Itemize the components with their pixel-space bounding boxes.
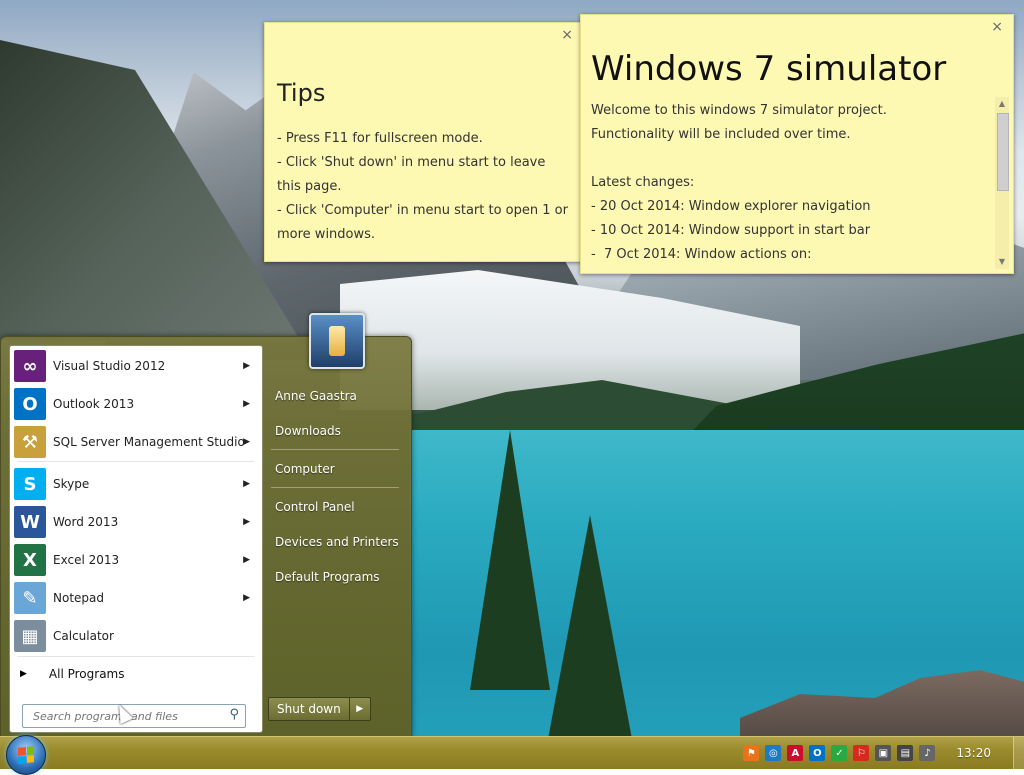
all-programs-label: All Programs <box>48 667 125 681</box>
note-line: - 10 Oct 2014: Window support in start b… <box>591 223 871 238</box>
word-icon: W <box>14 506 46 538</box>
search-box[interactable]: ⚲ <box>22 704 246 728</box>
show-desktop-button[interactable] <box>1013 737 1024 769</box>
taskbar: ⚑ ◎ A O ✓ ⚐ ▣ ▤ ♪ 13:20 <box>0 735 1024 775</box>
submenu-arrow-icon[interactable]: ▶ <box>243 399 250 409</box>
separator <box>18 461 254 462</box>
close-icon[interactable]: × <box>561 27 573 43</box>
start-menu-programs-pane: ∞ Visual Studio 2012 ▶ O Outlook 2013 ▶ ⚒ SQL S… <box>9 345 263 733</box>
notepad-icon: ✎ <box>14 582 46 614</box>
program-label: Notepad <box>53 591 104 605</box>
program-item[interactable]: ▦ Calculator <box>14 618 258 654</box>
start-item-control-panel[interactable]: Control Panel <box>267 494 403 520</box>
search-icon[interactable]: ⚲ <box>229 707 239 722</box>
tray-app-orange-icon[interactable]: ⚑ <box>743 745 760 761</box>
lighthouse-icon <box>329 326 345 356</box>
program-item[interactable]: ∞ Visual Studio 2012 ▶ <box>14 348 258 384</box>
submenu-arrow-icon[interactable]: ▶ <box>243 555 250 565</box>
tip-line: - Click 'Shut down' in menu start to lea… <box>277 155 546 194</box>
scroll-down-icon[interactable]: ▼ <box>995 255 1009 269</box>
scroll-thumb[interactable] <box>997 113 1009 191</box>
system-tray: ⚑ ◎ A O ✓ ⚐ ▣ ▤ ♪ 13:20 <box>740 737 1024 769</box>
program-label: SQL Server Management Studio <box>53 435 245 449</box>
tip-line: - Click 'Computer' in menu start to open… <box>277 203 568 242</box>
program-label: Outlook 2013 <box>53 397 135 411</box>
program-item[interactable]: O Outlook 2013 ▶ <box>14 386 258 422</box>
submenu-arrow-icon[interactable]: ▶ <box>243 517 250 527</box>
note-line: Latest changes: <box>591 175 695 190</box>
clock[interactable]: 13:20 <box>956 746 991 760</box>
start-menu: ∞ Visual Studio 2012 ▶ O Outlook 2013 ▶ ⚒ SQL S… <box>0 313 412 738</box>
tray-device-icon[interactable]: ▣ <box>875 745 892 761</box>
calculator-icon: ▦ <box>14 620 46 652</box>
tray-network-icon[interactable]: ▤ <box>897 745 914 761</box>
note-body: - Press F11 for fullscreen mode. - Click… <box>277 127 573 247</box>
sticky-note-tips[interactable]: × Tips - Press F11 for fullscreen mode. … <box>264 22 584 262</box>
note-title: Tips <box>277 79 326 107</box>
start-item-anne-gaastra[interactable]: Anne Gaastra <box>267 383 403 409</box>
start-item-default-programs[interactable]: Default Programs <box>267 564 403 590</box>
program-item[interactable]: X Excel 2013 ▶ <box>14 542 258 578</box>
note-line <box>591 147 991 171</box>
program-item[interactable]: ✎ Notepad ▶ <box>14 580 258 616</box>
user-picture[interactable] <box>309 313 365 369</box>
program-label: Calculator <box>53 629 114 643</box>
program-label: Visual Studio 2012 <box>53 359 166 373</box>
note-title: Windows 7 simulator <box>591 49 947 89</box>
shutdown-control: Shut down ▶ <box>268 697 371 721</box>
separator <box>18 656 254 657</box>
tray-network-globe-icon[interactable]: ◎ <box>765 745 782 761</box>
tip-line: - Press F11 for fullscreen mode. <box>277 131 483 146</box>
program-label: Word 2013 <box>53 515 119 529</box>
excel-icon: X <box>14 544 46 576</box>
triangle-right-icon: ▶ <box>20 669 27 679</box>
shutdown-options-arrow-icon[interactable]: ▶ <box>348 698 370 720</box>
note-line: - 20 Oct 2014: Window explorer navigatio… <box>591 199 871 214</box>
shutdown-button[interactable]: Shut down <box>269 698 349 720</box>
start-item-computer[interactable]: Computer <box>267 456 403 482</box>
start-item-downloads[interactable]: Downloads <box>267 418 403 444</box>
note-line: - 7 Oct 2014: Window actions on: <box>591 247 812 262</box>
program-item[interactable]: W Word 2013 ▶ <box>14 504 258 540</box>
note-line: Functionality will be included over time… <box>591 127 851 142</box>
program-label: Skype <box>53 477 90 491</box>
tray-volume-icon[interactable]: ♪ <box>919 745 936 761</box>
sticky-note-simulator[interactable]: × Windows 7 simulator Welcome to this wi… <box>580 14 1014 274</box>
sql-server-icon: ⚒ <box>14 426 46 458</box>
program-item[interactable]: S Skype ▶ <box>14 466 258 502</box>
note-body: Welcome to this windows 7 simulator proj… <box>591 99 991 267</box>
separator <box>271 487 399 488</box>
note-line: Welcome to this windows 7 simulator proj… <box>591 103 887 118</box>
separator <box>271 449 399 450</box>
start-button[interactable] <box>6 735 46 775</box>
tray-acrobat-icon[interactable]: A <box>787 745 804 761</box>
tray-outlook-icon[interactable]: O <box>809 745 826 761</box>
visual-studio-icon: ∞ <box>14 350 46 382</box>
outlook-icon: O <box>14 388 46 420</box>
submenu-arrow-icon[interactable]: ▶ <box>243 361 250 371</box>
tray-flag-icon[interactable]: ⚐ <box>853 745 870 761</box>
pine-tree <box>470 430 550 690</box>
all-programs-button[interactable]: ▶ All Programs <box>14 662 258 686</box>
skype-icon: S <box>14 468 46 500</box>
program-item[interactable]: ⚒ SQL Server Management Studio ▶ <box>14 424 258 460</box>
windows-logo-icon <box>18 746 34 764</box>
pine-tree <box>545 515 635 755</box>
close-icon[interactable]: × <box>991 19 1003 35</box>
tray-check-icon[interactable]: ✓ <box>831 745 848 761</box>
submenu-arrow-icon[interactable]: ▶ <box>243 437 250 447</box>
submenu-arrow-icon[interactable]: ▶ <box>243 479 250 489</box>
note-scrollbar[interactable]: ▲ ▼ <box>995 97 1009 269</box>
submenu-arrow-icon[interactable]: ▶ <box>243 593 250 603</box>
scroll-up-icon[interactable]: ▲ <box>995 97 1009 111</box>
start-item-devices-printers[interactable]: Devices and Printers <box>267 529 403 555</box>
program-label: Excel 2013 <box>53 553 120 567</box>
